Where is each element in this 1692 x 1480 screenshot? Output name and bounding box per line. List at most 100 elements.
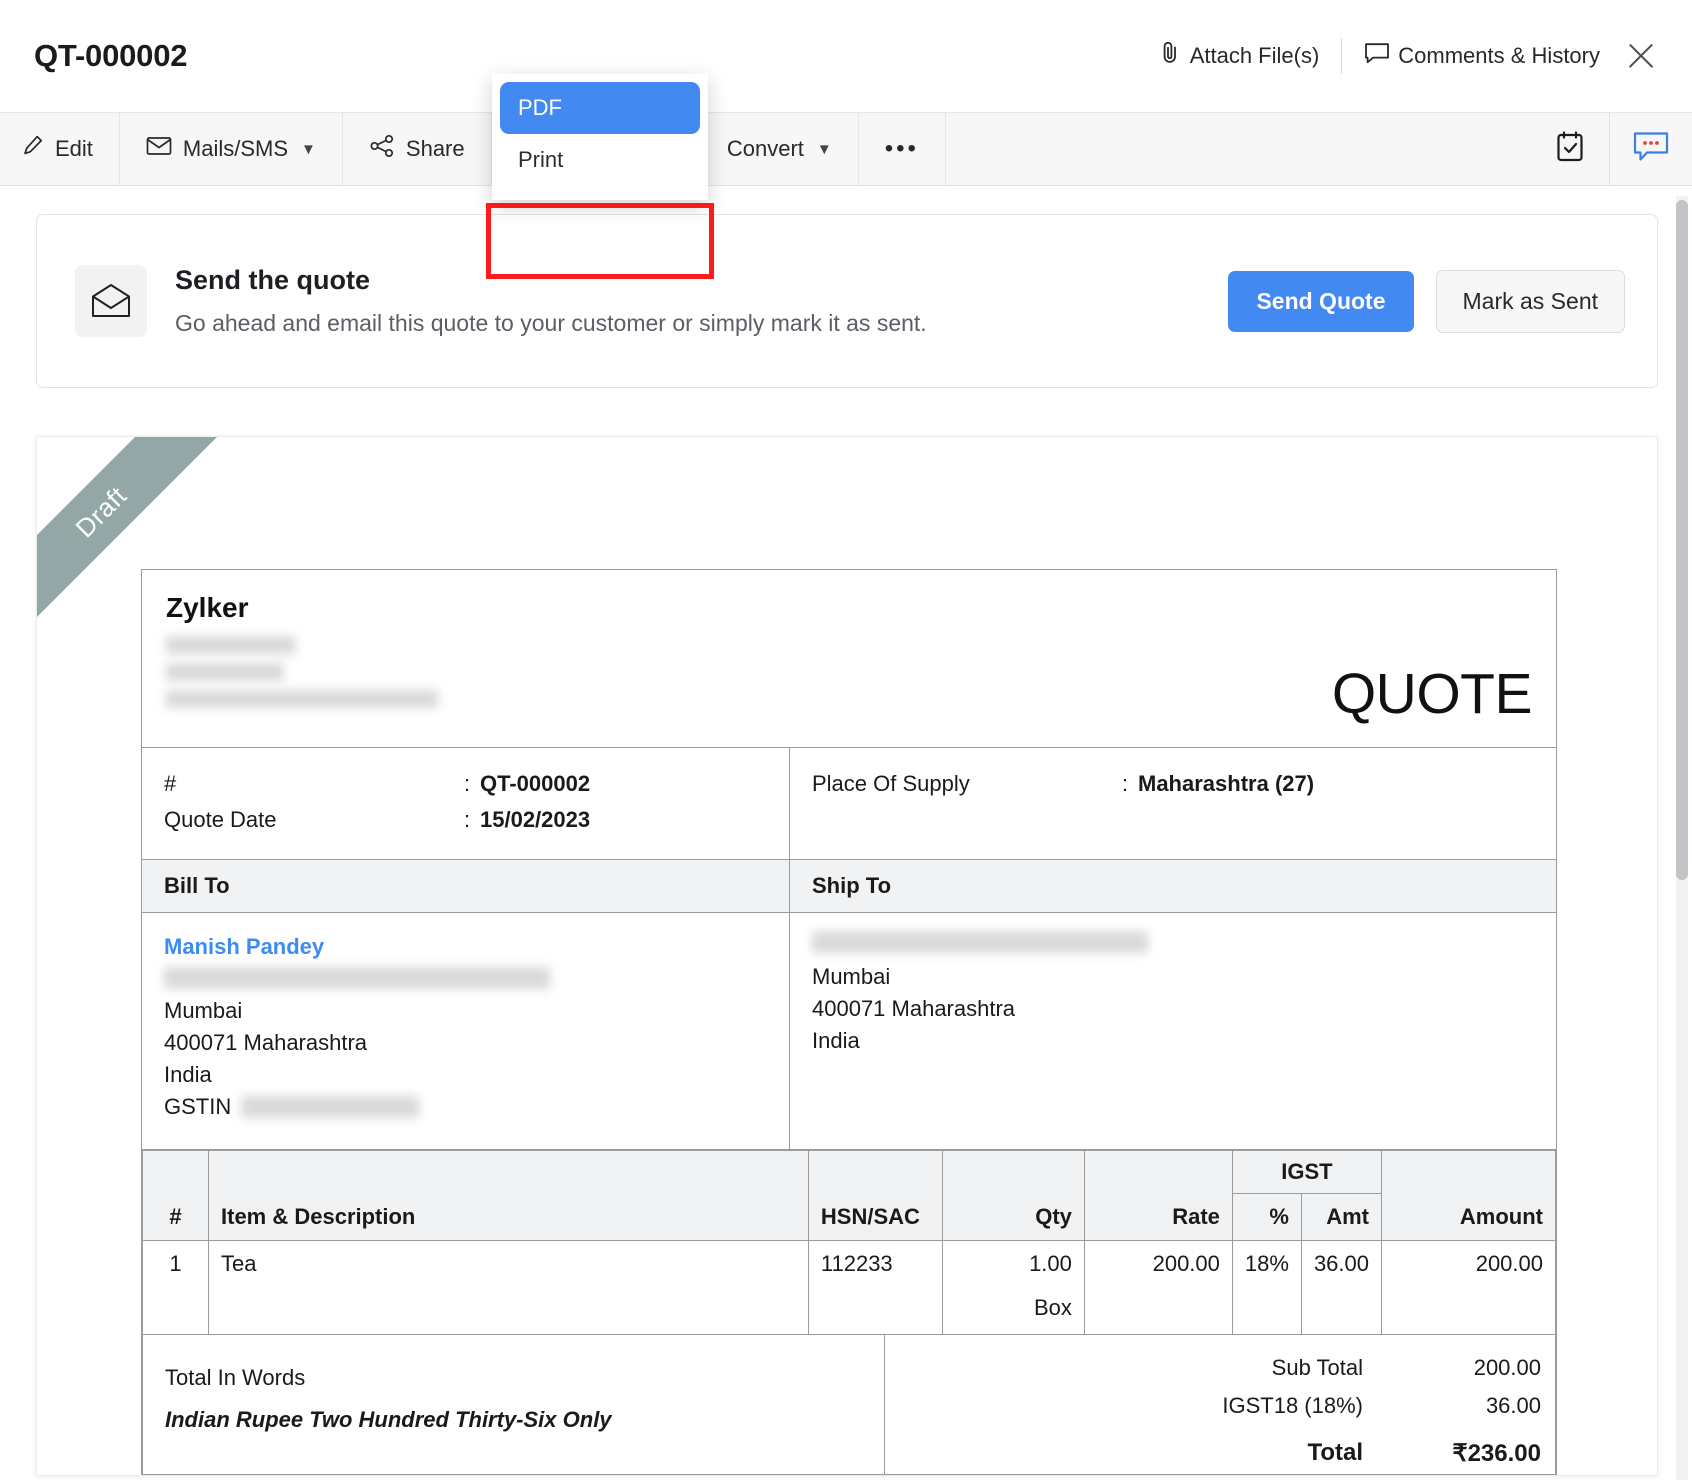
quote-doc-header: Zylker QUOTE bbox=[142, 570, 1556, 748]
total-in-words-value: Indian Rupee Two Hundred Thirty-Six Only bbox=[165, 1407, 862, 1433]
totals-row-grand: Total ₹236.00 bbox=[885, 1425, 1555, 1474]
ship-to-line: India bbox=[812, 1025, 1534, 1057]
redacted-company-line bbox=[166, 690, 438, 708]
ship-to-line: Mumbai bbox=[812, 961, 1534, 993]
cell-qty: 1.00 Box bbox=[942, 1240, 1084, 1334]
document-type-title: QUOTE bbox=[1332, 661, 1532, 727]
window-header: QT-000002 Attach File(s) Comments & Hist… bbox=[0, 0, 1692, 112]
cell-description: Tea bbox=[209, 1240, 809, 1334]
col-header-num: # bbox=[143, 1150, 209, 1240]
attach-files-button[interactable]: Attach File(s) bbox=[1158, 40, 1320, 72]
bill-to-line: India bbox=[164, 1059, 767, 1091]
pdf-print-dropdown-menu[interactable]: PDF Print bbox=[492, 74, 708, 200]
cell-hsn: 112233 bbox=[808, 1240, 942, 1334]
meta-label: Place Of Supply bbox=[812, 766, 1122, 802]
tasks-button[interactable] bbox=[1531, 113, 1609, 185]
meta-label: # bbox=[164, 766, 464, 802]
action-toolbar: Edit Mails/SMS ▼ Share PDF/Print ▼ bbox=[0, 112, 1692, 186]
meta-value: Maharashtra (27) bbox=[1138, 766, 1314, 802]
menu-item-print[interactable]: Print bbox=[492, 134, 708, 186]
quote-meta-right: Place Of Supply : Maharashtra (27) bbox=[790, 748, 1556, 859]
cell-rate: 200.00 bbox=[1084, 1240, 1232, 1334]
share-label: Share bbox=[406, 136, 465, 162]
paperclip-icon bbox=[1158, 40, 1182, 72]
cell-qty-value: 1.00 bbox=[955, 1251, 1072, 1277]
redacted-company-line bbox=[166, 663, 284, 681]
table-row: 1 Tea 112233 1.00 Box 200.00 18% 36.00 2… bbox=[143, 1240, 1556, 1334]
share-button[interactable]: Share bbox=[343, 113, 492, 185]
col-header-igst-amt: Amt bbox=[1301, 1193, 1381, 1240]
line-items-head: # Item & Description HSN/SAC Qty Rate IG… bbox=[143, 1150, 1556, 1240]
bill-to-line: 400071 Maharashtra bbox=[164, 1027, 767, 1059]
chevron-down-icon: ▼ bbox=[301, 141, 316, 158]
chat-button[interactable] bbox=[1610, 113, 1692, 185]
col-header-igst-group: IGST bbox=[1232, 1150, 1381, 1193]
cell-igst-amt: 36.00 bbox=[1301, 1240, 1381, 1334]
totals-row: IGST18 (18%) 36.00 bbox=[885, 1387, 1555, 1425]
chat-dots-icon bbox=[1632, 130, 1670, 169]
cell-qty-unit: Box bbox=[955, 1295, 1072, 1321]
cell-amount: 200.00 bbox=[1382, 1240, 1556, 1334]
send-quote-button[interactable]: Send Quote bbox=[1228, 271, 1413, 332]
col-header-igst-pct: % bbox=[1232, 1193, 1301, 1240]
header-divider bbox=[1341, 38, 1342, 74]
comments-history-button[interactable]: Comments & History bbox=[1364, 41, 1600, 71]
meta-value: 15/02/2023 bbox=[480, 802, 590, 838]
bill-to-header: Bill To bbox=[142, 860, 790, 912]
envelope-icon bbox=[146, 135, 172, 163]
meta-colon: : bbox=[464, 802, 480, 838]
quote-document: Zylker QUOTE # : QT-000002 Quote Date : … bbox=[141, 569, 1557, 1475]
bill-to-customer-name[interactable]: Manish Pandey bbox=[164, 931, 767, 963]
banner-title: Send the quote bbox=[175, 265, 927, 296]
page-scrollbar-thumb[interactable] bbox=[1676, 200, 1688, 880]
ship-to-header: Ship To bbox=[790, 860, 1556, 912]
mails-sms-label: Mails/SMS bbox=[183, 136, 288, 162]
edit-button[interactable]: Edit bbox=[0, 113, 120, 185]
comment-bubble-icon bbox=[1364, 41, 1390, 71]
totals-label: Sub Total bbox=[1272, 1355, 1389, 1381]
edit-label: Edit bbox=[55, 136, 93, 162]
ship-to-line: 400071 Maharashtra bbox=[812, 993, 1534, 1025]
comments-history-label: Comments & History bbox=[1398, 43, 1600, 69]
mark-as-sent-button[interactable]: Mark as Sent bbox=[1436, 270, 1626, 333]
banner-text-block: Send the quote Go ahead and email this q… bbox=[175, 265, 927, 337]
company-name: Zylker bbox=[166, 592, 1332, 624]
line-items-table: # Item & Description HSN/SAC Qty Rate IG… bbox=[142, 1150, 1556, 1335]
meta-row: Quote Date : 15/02/2023 bbox=[164, 802, 767, 838]
cell-igst-pct: 18% bbox=[1232, 1240, 1301, 1334]
col-header-description: Item & Description bbox=[209, 1150, 809, 1240]
meta-colon: : bbox=[1122, 766, 1138, 802]
line-items-body: 1 Tea 112233 1.00 Box 200.00 18% 36.00 2… bbox=[143, 1240, 1556, 1334]
pencil-icon bbox=[22, 134, 44, 164]
more-options-button[interactable]: ••• bbox=[859, 113, 946, 185]
totals-value: 36.00 bbox=[1389, 1393, 1541, 1419]
ship-to-address: Mumbai 400071 Maharashtra India bbox=[790, 913, 1556, 1148]
convert-label: Convert bbox=[727, 136, 804, 162]
chevron-down-icon: ▼ bbox=[817, 141, 832, 158]
totals-section: Total In Words Indian Rupee Two Hundred … bbox=[142, 1335, 1556, 1475]
bill-to-gstin-row: GSTIN bbox=[164, 1091, 767, 1123]
grand-total-value: ₹236.00 bbox=[1389, 1439, 1541, 1468]
quote-preview-paper: Draft Zylker QUOTE # : QT-000002 Quote D bbox=[36, 436, 1658, 1476]
totals-value: 200.00 bbox=[1389, 1355, 1541, 1381]
meta-row: # : QT-000002 bbox=[164, 766, 767, 802]
redacted-gstin-value bbox=[241, 1096, 419, 1118]
totals-values-block: Sub Total 200.00 IGST18 (18%) 36.00 Tota… bbox=[885, 1335, 1555, 1474]
convert-button[interactable]: Convert ▼ bbox=[701, 113, 859, 185]
mails-sms-button[interactable]: Mails/SMS ▼ bbox=[120, 113, 343, 185]
grand-total-label: Total bbox=[1307, 1439, 1389, 1468]
close-icon[interactable] bbox=[1624, 39, 1658, 73]
banner-actions: Send Quote Mark as Sent bbox=[1228, 270, 1625, 333]
page-title: QT-000002 bbox=[34, 38, 187, 74]
menu-item-pdf[interactable]: PDF bbox=[500, 82, 700, 134]
col-header-qty: Qty bbox=[942, 1150, 1084, 1240]
redacted-address-line bbox=[812, 931, 1148, 953]
col-header-hsn: HSN/SAC bbox=[808, 1150, 942, 1240]
company-block: Zylker bbox=[166, 592, 1332, 717]
banner-subtitle: Go ahead and email this quote to your cu… bbox=[175, 310, 927, 337]
send-quote-banner: Send the quote Go ahead and email this q… bbox=[36, 214, 1658, 388]
totals-label: IGST18 (18%) bbox=[1222, 1393, 1389, 1419]
share-icon bbox=[369, 134, 395, 164]
meta-row: Place Of Supply : Maharashtra (27) bbox=[812, 766, 1534, 802]
totals-row: Sub Total 200.00 bbox=[885, 1349, 1555, 1387]
